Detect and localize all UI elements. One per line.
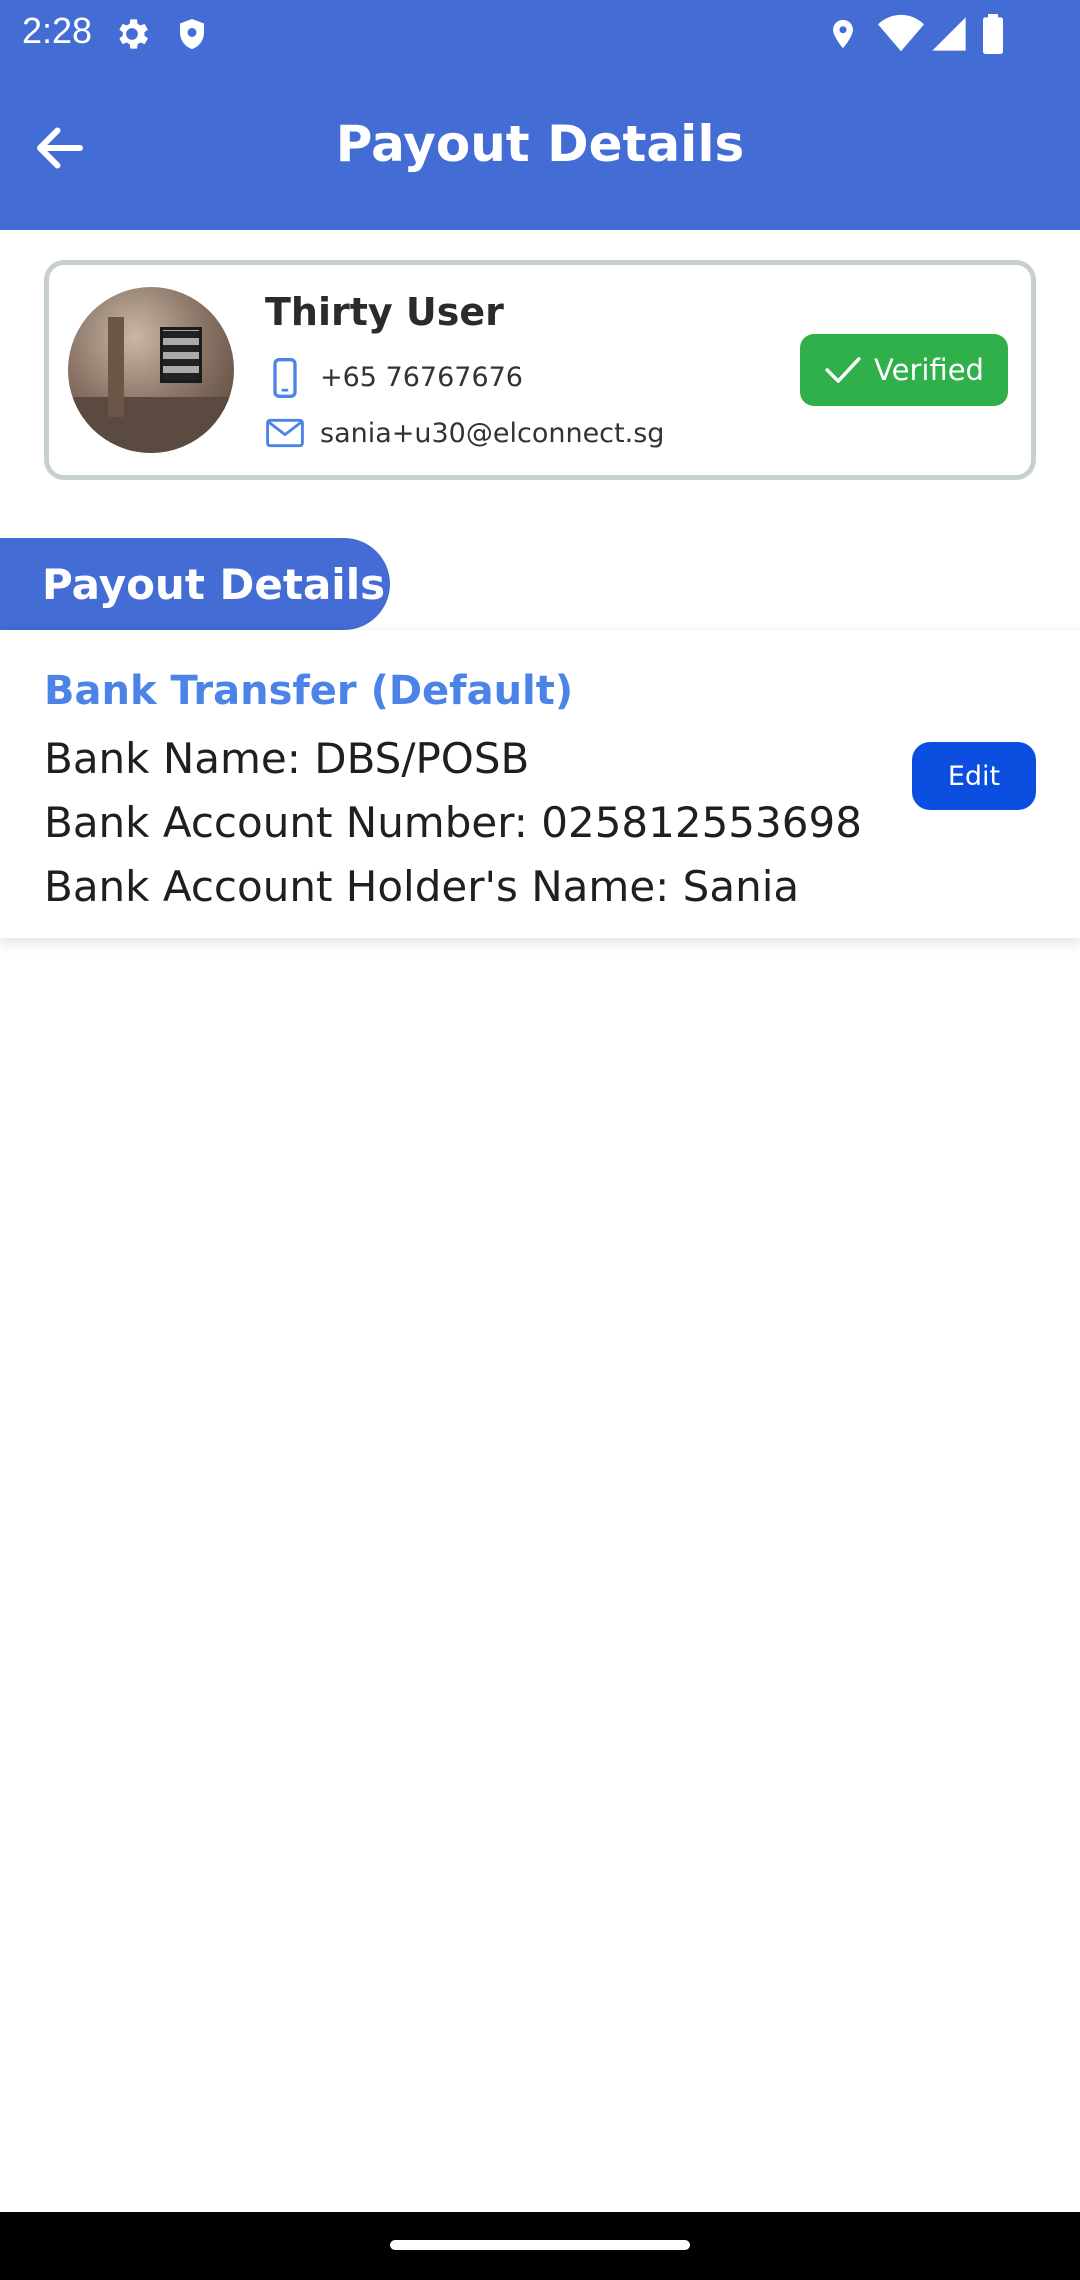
wifi-icon [878, 14, 924, 52]
section-tab-payout-details: Payout Details [0, 538, 390, 630]
edit-button[interactable]: Edit [912, 742, 1036, 810]
avatar [68, 287, 234, 453]
bank-account-holder: Bank Account Holder's Name: Sania [44, 862, 800, 911]
bank-account-number: Bank Account Number: 025812553698 [44, 798, 862, 847]
status-time: 2:28 [22, 10, 93, 51]
user-email: sania+u30@elconnect.sg [320, 418, 665, 449]
cell-signal-icon [932, 17, 966, 51]
mail-icon [266, 418, 304, 448]
user-name: Thirty User [265, 290, 504, 334]
user-phone: +65 76767676 [320, 362, 523, 393]
bank-name: Bank Name: DBS/POSB [44, 734, 530, 783]
location-pin-icon [833, 19, 853, 49]
payout-method-title: Bank Transfer (Default) [44, 668, 574, 714]
verified-badge: Verified [800, 334, 1008, 406]
shield-icon [180, 19, 204, 49]
status-bar: 2:28 [0, 0, 1080, 66]
settings-gear-icon [119, 19, 148, 49]
phone-icon [273, 358, 297, 398]
page-title: Payout Details [335, 115, 745, 173]
home-gesture-handle[interactable] [390, 2240, 690, 2250]
check-icon [825, 357, 861, 383]
verified-label: Verified [874, 353, 984, 387]
battery-icon [983, 14, 1003, 54]
